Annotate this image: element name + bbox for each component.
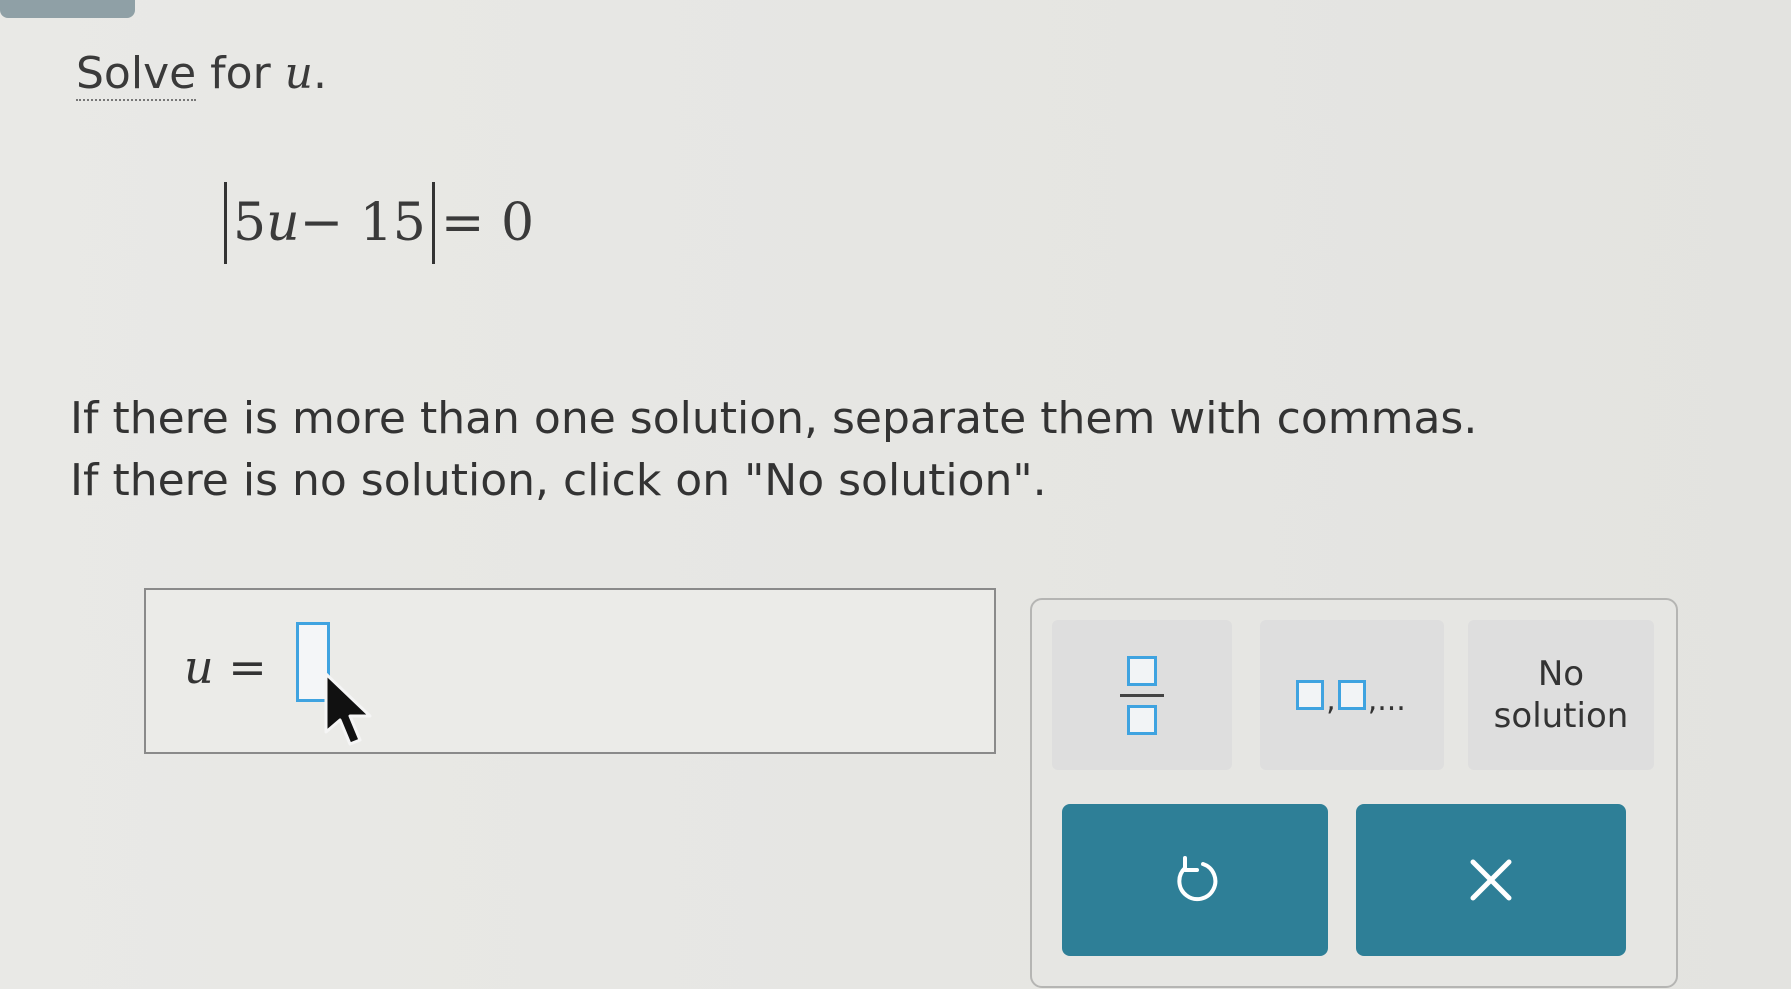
undo-icon bbox=[1177, 856, 1218, 902]
fraction-button[interactable] bbox=[1052, 620, 1232, 770]
top-tab[interactable] bbox=[0, 0, 135, 18]
undo-button[interactable] bbox=[1062, 804, 1328, 956]
answer-keypad: ,,... No solution bbox=[1030, 598, 1678, 988]
clear-button[interactable] bbox=[1356, 804, 1626, 956]
equation-rhs: = 0 bbox=[440, 193, 535, 253]
instruction-line-1: If there is more than one solution, sepa… bbox=[70, 393, 1478, 444]
page: Solve for u. 5u − 15 = 0 If there is mor… bbox=[0, 0, 1791, 989]
prompt-variable: u bbox=[284, 48, 314, 99]
answer-label: u = bbox=[184, 640, 267, 694]
no-solution-line-1: No bbox=[1537, 654, 1585, 694]
list-separator-button[interactable]: ,,... bbox=[1260, 620, 1444, 770]
solve-link[interactable]: Solve bbox=[76, 48, 197, 101]
abs-bar-left bbox=[224, 182, 227, 264]
equation-coefficient: 5 bbox=[233, 193, 267, 253]
answer-variable: u bbox=[184, 640, 214, 694]
no-solution-button[interactable]: No solution bbox=[1468, 620, 1654, 770]
prompt-period: . bbox=[313, 48, 328, 99]
list-comma: , bbox=[1326, 683, 1336, 718]
fraction-icon bbox=[1120, 655, 1164, 735]
question-prompt: Solve for u. bbox=[76, 48, 328, 101]
equation-constant: − 15 bbox=[299, 193, 426, 253]
list-icon: ,,... bbox=[1296, 680, 1408, 718]
equation-variable: u bbox=[266, 193, 300, 253]
mouse-pointer-icon bbox=[324, 672, 372, 746]
answer-equals: = bbox=[213, 640, 267, 694]
close-icon bbox=[1470, 859, 1512, 901]
abs-bar-right bbox=[431, 182, 435, 264]
list-ellipsis: ,... bbox=[1367, 683, 1406, 718]
instructions: If there is more than one solution, sepa… bbox=[70, 388, 1477, 512]
answer-box[interactable]: u = bbox=[144, 588, 996, 754]
no-solution-line-2: solution bbox=[1493, 696, 1629, 736]
equation: 5u − 15 = 0 bbox=[218, 182, 534, 264]
prompt-text: for bbox=[196, 48, 285, 99]
instruction-line-2: If there is no solution, click on "No so… bbox=[70, 455, 1047, 506]
